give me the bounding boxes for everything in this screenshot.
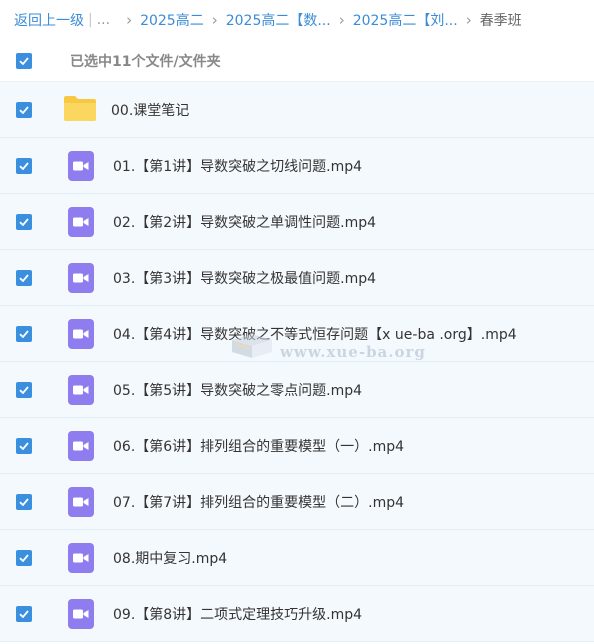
selection-bar: 已选中11个文件/文件夹 bbox=[0, 40, 594, 82]
file-name[interactable]: 04.【第4讲】导数突破之不等式恒存问题【x ue-ba .org】.mp4 bbox=[113, 324, 517, 344]
video-file-icon bbox=[64, 261, 98, 295]
selection-count-label: 已选中11个文件/文件夹 bbox=[70, 53, 221, 70]
file-checkbox[interactable] bbox=[16, 437, 32, 454]
breadcrumb-current: 春季班 bbox=[479, 13, 522, 29]
check-icon bbox=[19, 56, 29, 65]
video-file-icon bbox=[64, 541, 98, 575]
breadcrumb-item-1[interactable]: 2025高二 bbox=[140, 10, 204, 30]
breadcrumb: 返回上一级 | ... › 2025高二 › 2025高二【数... › 202… bbox=[0, 0, 594, 40]
file-checkbox[interactable] bbox=[16, 213, 32, 230]
file-name[interactable]: 00.课堂笔记 bbox=[111, 100, 189, 120]
file-checkbox[interactable] bbox=[16, 157, 32, 174]
file-checkbox[interactable] bbox=[16, 101, 32, 118]
file-row[interactable]: 05.【第5讲】导数突破之零点问题.mp4 bbox=[0, 362, 594, 418]
file-checkbox[interactable] bbox=[16, 605, 32, 622]
file-row[interactable]: 01.【第1讲】导数突破之切线问题.mp4 bbox=[0, 138, 594, 194]
video-file-icon bbox=[64, 317, 98, 351]
file-name[interactable]: 05.【第5讲】导数突破之零点问题.mp4 bbox=[113, 380, 362, 400]
file-row[interactable]: 08.期中复习.mp4 bbox=[0, 530, 594, 586]
file-checkbox[interactable] bbox=[16, 381, 32, 398]
file-name[interactable]: 08.期中复习.mp4 bbox=[113, 548, 227, 568]
video-file-icon bbox=[64, 485, 98, 519]
breadcrumb-item-3[interactable]: 2025高二【刘... bbox=[353, 10, 458, 30]
file-row[interactable]: 09.【第8讲】二项式定理技巧升级.mp4 bbox=[0, 586, 594, 642]
file-row[interactable]: 02.【第2讲】导数突破之单调性问题.mp4 bbox=[0, 194, 594, 250]
chevron-right-icon: › bbox=[126, 11, 133, 29]
chevron-right-icon: › bbox=[338, 11, 345, 29]
check-icon bbox=[19, 329, 29, 338]
file-list: 00.课堂笔记 01.【第1讲】导数突破之切线问题.mp4 02.【第2讲】导数突破… bbox=[0, 82, 594, 642]
breadcrumb-item-2[interactable]: 2025高二【数... bbox=[226, 10, 331, 30]
file-name[interactable]: 02.【第2讲】导数突破之单调性问题.mp4 bbox=[113, 212, 376, 232]
file-row[interactable]: 07.【第7讲】排列组合的重要模型（二）.mp4 bbox=[0, 474, 594, 530]
check-icon bbox=[19, 441, 29, 450]
select-all-checkbox[interactable] bbox=[16, 52, 32, 69]
check-icon bbox=[19, 553, 29, 562]
breadcrumb-ellipsis[interactable]: ... bbox=[97, 12, 110, 28]
file-row[interactable]: 06.【第6讲】排列组合的重要模型（一）.mp4 bbox=[0, 418, 594, 474]
file-checkbox[interactable] bbox=[16, 269, 32, 286]
check-icon bbox=[19, 217, 29, 226]
check-icon bbox=[19, 385, 29, 394]
file-name[interactable]: 03.【第3讲】导数突破之极最值问题.mp4 bbox=[113, 268, 376, 288]
breadcrumb-divider: | bbox=[88, 12, 93, 28]
back-link[interactable]: 返回上一级 bbox=[14, 10, 84, 30]
chevron-right-icon: › bbox=[465, 11, 472, 29]
file-name[interactable]: 07.【第7讲】排列组合的重要模型（二）.mp4 bbox=[113, 492, 404, 512]
file-checkbox[interactable] bbox=[16, 325, 32, 342]
video-file-icon bbox=[64, 373, 98, 407]
file-row[interactable]: 03.【第3讲】导数突破之极最值问题.mp4 bbox=[0, 250, 594, 306]
check-icon bbox=[19, 105, 29, 114]
chevron-right-icon: › bbox=[211, 11, 218, 29]
video-file-icon bbox=[64, 149, 98, 183]
check-icon bbox=[19, 609, 29, 618]
folder-icon bbox=[63, 93, 97, 127]
file-row[interactable]: 00.课堂笔记 bbox=[0, 82, 594, 138]
file-row[interactable]: 04.【第4讲】导数突破之不等式恒存问题【x ue-ba .org】.mp4 bbox=[0, 306, 594, 362]
check-icon bbox=[19, 273, 29, 282]
check-icon bbox=[19, 497, 29, 506]
file-name[interactable]: 06.【第6讲】排列组合的重要模型（一）.mp4 bbox=[113, 436, 404, 456]
file-checkbox[interactable] bbox=[16, 493, 32, 510]
file-checkbox[interactable] bbox=[16, 549, 32, 566]
video-file-icon bbox=[64, 205, 98, 239]
check-icon bbox=[19, 161, 29, 170]
file-name[interactable]: 01.【第1讲】导数突破之切线问题.mp4 bbox=[113, 156, 362, 176]
file-name[interactable]: 09.【第8讲】二项式定理技巧升级.mp4 bbox=[113, 604, 362, 624]
video-file-icon bbox=[64, 429, 98, 463]
video-file-icon bbox=[64, 597, 98, 631]
